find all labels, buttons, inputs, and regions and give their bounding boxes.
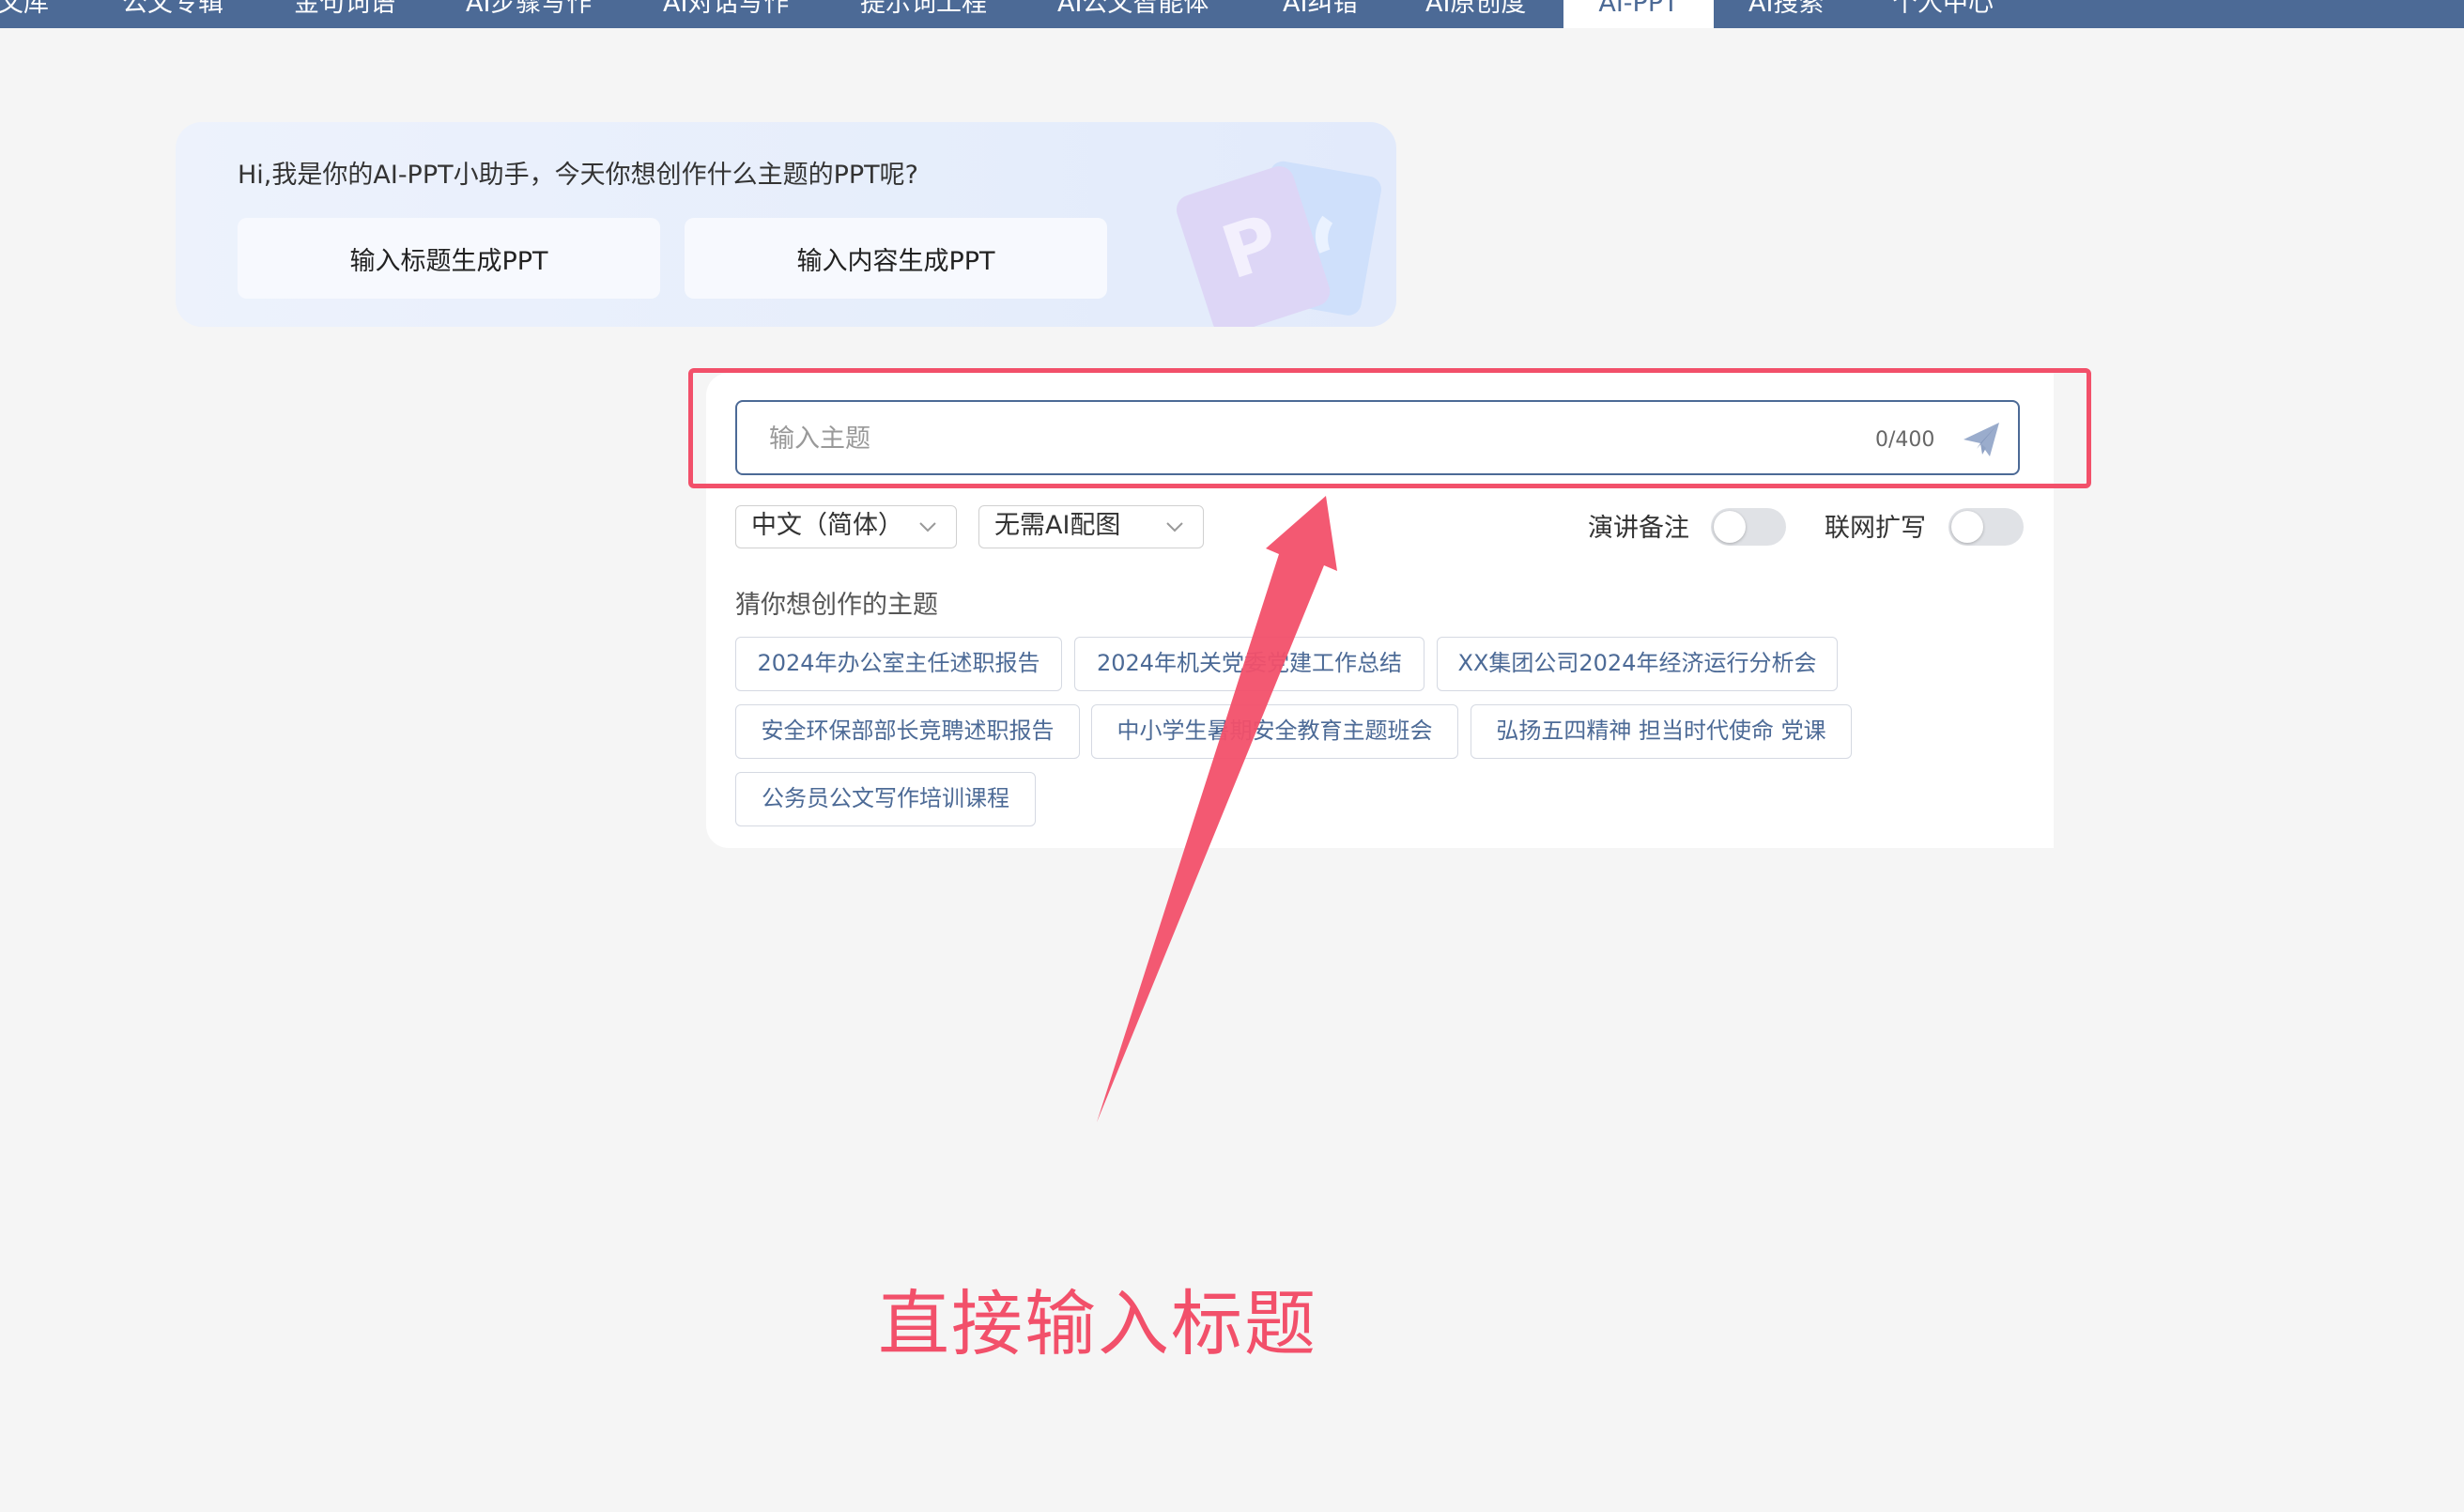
nav-item-ai-search[interactable]: AI搜索: [1748, 0, 1824, 28]
language-select[interactable]: 中文（简体）: [735, 505, 957, 548]
suggestion-chip[interactable]: 2024年办公室主任述职报告: [735, 637, 1062, 691]
nav-item-ai-ppt-label: AI-PPT: [1598, 0, 1679, 18]
nav-item-golden-phrases[interactable]: 金句词语: [294, 0, 395, 28]
welcome-greeting: Hi,我是你的AI-PPT小助手，今天你想创作什么主题的PPT呢?: [238, 161, 919, 190]
toggle-knob: [1951, 511, 1983, 543]
suggestion-chip[interactable]: XX集团公司2024年经济运行分析会: [1437, 637, 1838, 691]
chevron-down-icon: [919, 522, 936, 532]
welcome-card: Hi,我是你的AI-PPT小助手，今天你想创作什么主题的PPT呢? 输入标题生成…: [176, 122, 1396, 327]
generate-from-content-button[interactable]: 输入内容生成PPT: [685, 218, 1107, 299]
nav-item-prompt-engineering[interactable]: 提示词工程: [860, 0, 987, 28]
nav-item-ai-doc-agent[interactable]: AI公文智能体: [1057, 0, 1209, 28]
topic-input[interactable]: [767, 415, 1804, 462]
chevron-down-icon: [1166, 522, 1183, 532]
image-mode-select[interactable]: 无需AI配图: [978, 505, 1204, 548]
suggestion-chip[interactable]: 弘扬五四精神 担当时代使命 党课: [1471, 704, 1852, 759]
nav-item-ai-chat-writing[interactable]: AI对话写作: [663, 0, 789, 28]
char-counter: 0/400: [1875, 428, 1935, 452]
nav-item-ai-originality[interactable]: AI原创度: [1425, 0, 1526, 28]
speaker-notes-label: 演讲备注: [1588, 514, 1689, 543]
top-nav: 文库 公文专辑 金句词语 AI步骤写作 AI对话写作 提示词工程 AI公文智能体…: [0, 0, 2464, 28]
generate-from-title-button[interactable]: 输入标题生成PPT: [238, 218, 660, 299]
send-icon[interactable]: [1962, 421, 2001, 458]
speaker-notes-toggle[interactable]: [1711, 508, 1786, 546]
language-select-value: 中文（简体）: [751, 511, 903, 540]
web-expand-label: 联网扩写: [1825, 514, 1926, 543]
nav-item-ai-ppt[interactable]: AI-PPT: [1563, 0, 1714, 28]
topic-input-box: 0/400: [735, 400, 2020, 475]
suggestions-title: 猜你想创作的主题: [735, 591, 938, 620]
image-mode-select-value: 无需AI配图: [994, 511, 1121, 540]
nav-item-official-docs[interactable]: 公文专辑: [122, 0, 223, 28]
web-expand-toggle[interactable]: [1948, 508, 2024, 546]
suggestion-chip[interactable]: 安全环保部部长竞聘述职报告: [735, 704, 1080, 759]
nav-item-ai-proofread[interactable]: AI纠错: [1283, 0, 1358, 28]
toggle-knob: [1714, 511, 1746, 543]
nav-item-ai-step-writing[interactable]: AI步骤写作: [466, 0, 592, 28]
suggestion-chip[interactable]: 公务员公文写作培训课程: [735, 772, 1036, 826]
suggestion-chip[interactable]: 2024年机关党委党建工作总结: [1074, 637, 1424, 691]
ppt-illustration-icon: P: [1176, 161, 1381, 327]
annotation-text: 直接输入标题: [878, 1282, 1317, 1365]
nav-item-profile[interactable]: 个人中心: [1892, 0, 1994, 28]
nav-item-library[interactable]: 文库: [0, 0, 49, 28]
suggestion-chip[interactable]: 中小学生暑期安全教育主题班会: [1091, 704, 1458, 759]
